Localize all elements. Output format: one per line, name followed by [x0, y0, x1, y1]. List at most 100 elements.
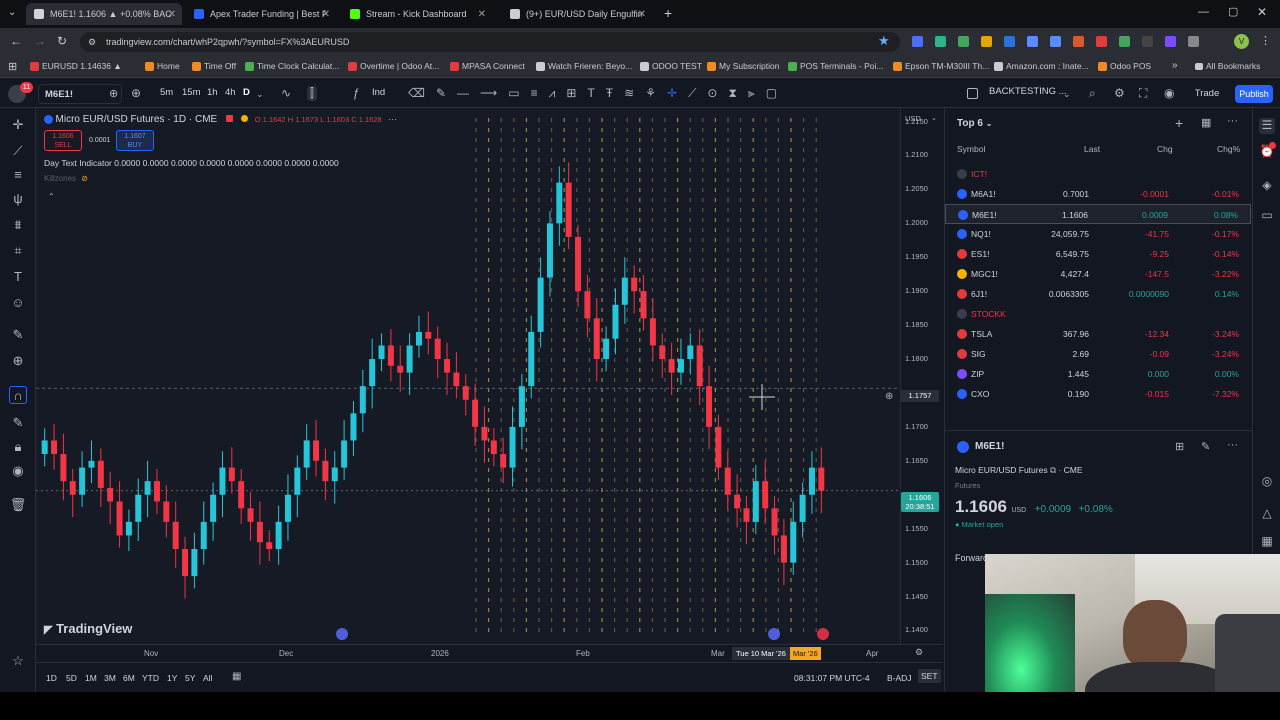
bookmark-item[interactable]: POS Terminals - Poi...	[788, 61, 883, 71]
interval-1h[interactable]: 1h	[207, 87, 218, 98]
details-edit-icon[interactable]: ✎	[1201, 440, 1210, 453]
interval-4h[interactable]: 4h	[225, 87, 236, 98]
publish-button[interactable]: Publish	[1235, 85, 1273, 103]
details-more-icon[interactable]: ···	[1227, 439, 1238, 451]
legend-title[interactable]: Micro EUR/USD Futures · 1D · CME	[56, 114, 218, 125]
bookmark-item[interactable]: Amazon.com : Inate...	[994, 61, 1089, 71]
browser-tab[interactable]: Apex Trader Funding | Best Fu ✕	[186, 3, 336, 25]
pen-icon[interactable]: ✎	[436, 86, 446, 102]
bookmark-item[interactable]: My Subscription	[707, 61, 779, 71]
ideas-triangle-icon[interactable]: △	[1259, 506, 1275, 522]
watchlist-row[interactable]: SIG 2.69 -0.09 -3.24%	[945, 344, 1251, 364]
bookmark-item[interactable]: Time Clock Calculat...	[245, 61, 339, 71]
settings-gear-icon[interactable]: ⚙	[1114, 86, 1125, 100]
watchlist-row[interactable]: MGC1! 4,427.4 -147.5 -3.22%	[945, 264, 1251, 284]
trade-button[interactable]: Trade	[1190, 85, 1224, 103]
watchlist-row[interactable]: CXO 0.190 -0.015 -7.32%	[945, 384, 1251, 404]
watchlist-section[interactable]: ICT!	[945, 164, 1251, 184]
calendar-icon[interactable]: ▦	[1259, 534, 1275, 550]
range-button-5d[interactable]: 5D	[66, 673, 77, 683]
advanced-view-icon[interactable]: ▦	[1201, 116, 1211, 129]
chat-icon[interactable]: ▭	[1259, 208, 1275, 224]
bookmark-item[interactable]: Epson TM-M30III Th...	[893, 61, 989, 71]
target-icon[interactable]: ◎	[1259, 474, 1275, 490]
backtesting-checkbox[interactable]	[967, 88, 978, 99]
killzones-legend[interactable]: Killzones ⊘	[44, 174, 88, 183]
add-symbol-plus-icon[interactable]: +	[1175, 115, 1183, 131]
watchlist-icon[interactable]: ☰	[1259, 118, 1275, 134]
rectangle-icon[interactable]: ▭	[508, 86, 519, 102]
details-symbol[interactable]: M6E1!	[975, 441, 1004, 452]
bookmark-item[interactable]: Home	[145, 61, 180, 71]
range-button-5y[interactable]: 5Y	[185, 673, 195, 683]
time-axis[interactable]: Nov Dec 2026 Feb Mar Apr Tue 10 Mar '26 Mar '…	[36, 644, 942, 662]
backtesting-dropdown-icon[interactable]: ⌄	[1063, 89, 1071, 100]
watchlist-row[interactable]: M6E1! 1.1606 0.0009 0.08%	[945, 204, 1251, 224]
goto-date-icon[interactable]: ▦	[232, 671, 241, 682]
fib-tool-icon[interactable]: ⩩	[9, 216, 27, 234]
bookmark-item[interactable]: EURUSD 1.14636 ▲	[30, 61, 122, 71]
drawing-tools-strip[interactable]: ⌫ ✎ — ⟶ ▭ ≡ ⩘ ⊞ T Ŧ ≋ ⚘ ✛ ⟋ ⊙ ⧗ ⫸ ▢	[408, 86, 848, 102]
favorites-star-icon[interactable]: ☆	[9, 652, 27, 670]
watchlist-row[interactable]: TSLA 367.96 -12.34 -3.24%	[945, 324, 1251, 344]
clock-timezone[interactable]: 08:31:07 PM UTC-4	[794, 673, 870, 683]
close-window-button[interactable]: ✕	[1257, 5, 1267, 19]
all-bookmarks-link[interactable]: All Bookmarks	[1195, 61, 1260, 71]
bar-replay-icon[interactable]: ⫸	[748, 86, 755, 102]
brush-icon[interactable]: ≋	[624, 86, 634, 102]
col-last[interactable]: Last	[1084, 144, 1100, 154]
text-note-icon[interactable]: Ŧ	[606, 86, 613, 102]
indicators-icon[interactable]: ƒ	[353, 86, 360, 100]
browser-tab[interactable]: M6E1! 1.1606 ▲ +0.08% BACKT ✕	[26, 3, 182, 25]
text-tool-icon[interactable]: T	[9, 268, 27, 286]
chart-type-line-icon[interactable]: ∿	[281, 86, 291, 100]
magic-icon[interactable]: ⚘	[645, 86, 656, 102]
watchlist-row[interactable]: NQ1! 24,059.75 -41.75 -0.17%	[945, 224, 1251, 244]
chart-pane[interactable]: ◤ TradingView	[36, 108, 900, 644]
bookmarks-overflow-icon[interactable]: »	[1172, 60, 1178, 71]
price-chart[interactable]	[36, 108, 900, 644]
col-symbol[interactable]: Symbol	[957, 144, 985, 154]
eraser-icon[interactable]: ⌫	[408, 86, 425, 102]
profile-avatar[interactable]: V	[1234, 34, 1249, 49]
magnet-icon[interactable]: ∩	[9, 386, 27, 404]
browser-tab[interactable]: (9+) EUR/USD Daily Engulfing ✕	[502, 3, 652, 25]
watchlist-more-icon[interactable]: ···	[1227, 115, 1238, 127]
browser-tab[interactable]: Stream - Kick Dashboard ✕	[342, 3, 492, 25]
range-button-all[interactable]: All	[203, 673, 212, 683]
settlement-button[interactable]: SET	[918, 669, 941, 683]
camera-icon[interactable]: ◉	[1164, 86, 1174, 100]
backtesting-label[interactable]: BACKTESTING ...	[989, 86, 1067, 97]
ruler-icon[interactable]: ⟋	[688, 86, 696, 102]
crosshair-icon[interactable]: ✛	[667, 86, 677, 102]
bookmark-item[interactable]: Watch Frieren: Beyo...	[536, 61, 632, 71]
reload-icon[interactable]: ↻	[57, 34, 67, 48]
watchlist-title[interactable]: Top 6 ⌄	[957, 118, 992, 129]
interval-dropdown-icon[interactable]: ⌄	[256, 89, 264, 100]
tab-close-icon[interactable]: ✕	[168, 9, 176, 20]
tab-close-icon[interactable]: ✕	[322, 9, 330, 20]
range-button-1m[interactable]: 1M	[85, 673, 97, 683]
horizontal-line-icon[interactable]: —	[457, 86, 469, 102]
channel-icon[interactable]: ⊞	[566, 86, 576, 102]
day-text-indicator-legend[interactable]: Day Text Indicator 0.0000 0.0000 0.0000 …	[44, 158, 339, 168]
zoom-in-icon[interactable]: ⊕	[9, 352, 27, 370]
trash-icon[interactable]: 🗑︎	[9, 496, 27, 514]
interval-15m[interactable]: 15m	[182, 87, 200, 98]
tab-close-icon[interactable]: ✕	[638, 9, 646, 20]
browser-menu-icon[interactable]: ⋮	[1260, 34, 1271, 47]
collapse-legend-icon[interactable]: ⌃	[48, 192, 55, 201]
minimize-button[interactable]: —	[1198, 6, 1209, 18]
new-tab-button[interactable]: +	[664, 5, 672, 21]
interval-d[interactable]: D	[243, 87, 250, 98]
adjustment-toggle[interactable]: B-ADJ	[887, 673, 912, 683]
ray-icon[interactable]: ⟶	[480, 86, 497, 102]
apps-grid-icon[interactable]: ⊞	[8, 60, 17, 73]
comment-icon[interactable]: ▢	[766, 86, 777, 102]
compare-plus-icon[interactable]: ⊕	[109, 87, 118, 100]
lock-icon[interactable]: 🔒︎	[9, 438, 27, 456]
replay-icon[interactable]: ⧗	[728, 86, 736, 102]
range-button-1y[interactable]: 1Y	[167, 673, 177, 683]
alert-icon[interactable]: ⊙	[707, 86, 717, 102]
text-icon[interactable]: T	[587, 86, 594, 102]
